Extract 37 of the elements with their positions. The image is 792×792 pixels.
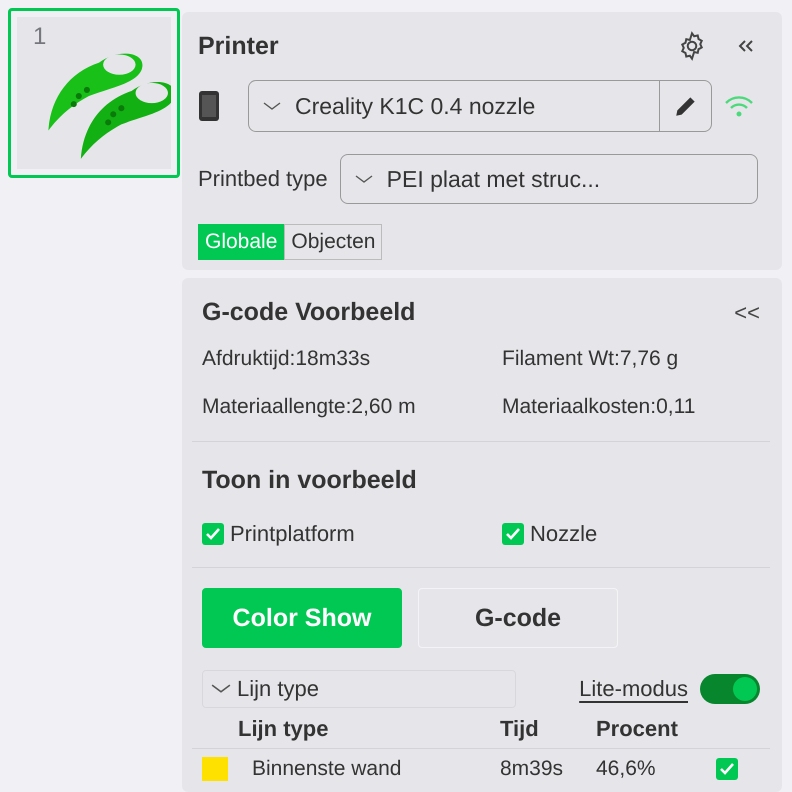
collapse-icon[interactable] [738,40,754,52]
toggle-switch[interactable] [700,674,760,704]
checkmark-icon [719,762,735,776]
section-title: Toon in voorbeeld [202,466,417,494]
table-cell-text: 46,6% [596,756,657,782]
printer-icon [198,90,220,122]
checkbox[interactable] [202,523,224,545]
checkmark-icon [505,527,521,541]
lite-mode-link[interactable]: Lite-modus [579,676,688,702]
stat-text: Filament Wt:7,76 g [502,347,680,371]
plate-number: 1 [33,23,46,51]
stat-text: Afdruktijd:18m33s [202,347,372,371]
section-title: Printer [198,32,279,60]
stat-text: Materiaallengte:2,60 m [202,395,417,419]
table-cell-text: 8m39s [500,756,564,782]
chevron-icon [354,174,373,184]
column-header: Lijn type [238,715,330,743]
table-cell-text: Binnenste wand [251,756,402,782]
checkbox[interactable] [502,523,524,545]
column-header: Tijd [500,715,540,743]
mode-button[interactable]: G-code [418,588,618,648]
checkbox-label: Printplatform [230,521,355,547]
stat-text: Materiaalkosten:0,11 [502,395,696,419]
bed-type-dropdown[interactable]: PEI plaat met struc... [340,154,758,204]
chevron-icon [263,102,281,110]
view-type-dropdown[interactable]: Lijn type [202,670,516,708]
checkbox-label: Nozzle [530,521,598,547]
checkmark-icon [205,527,221,541]
column-header: Procent [596,715,679,743]
chevron-icon [211,684,231,694]
collapse-button[interactable]: << [734,300,760,326]
field-label: Printbed type [198,166,328,192]
tab[interactable]: Objecten [284,224,382,260]
checkbox[interactable] [716,758,738,780]
plate-thumbnail[interactable]: 1 [8,8,180,178]
printer-dropdown[interactable]: Creality K1C 0.4 nozzle [248,80,712,132]
section-title: G-code Voorbeeld [202,298,416,327]
